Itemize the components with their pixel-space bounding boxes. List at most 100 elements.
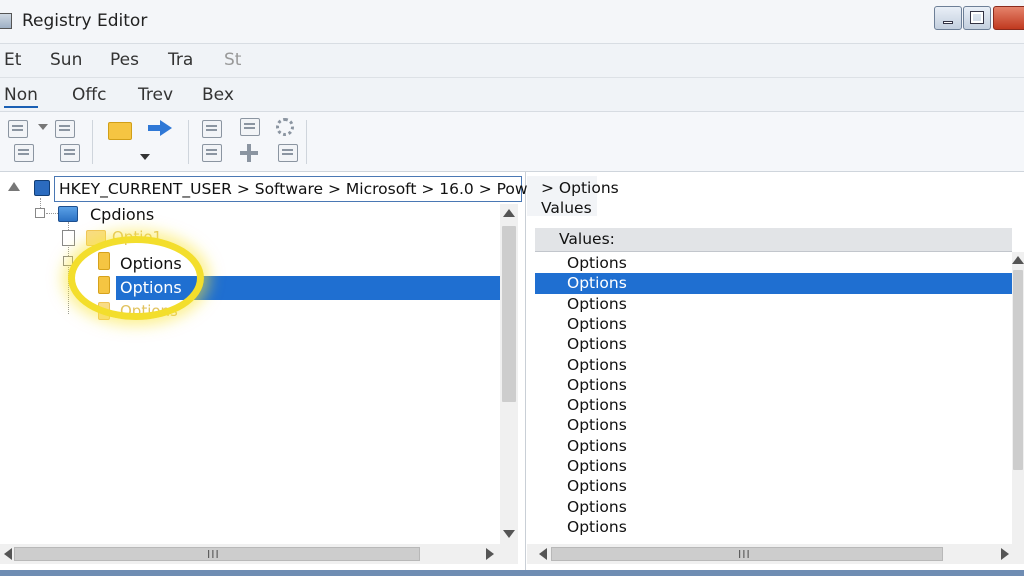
scroll-left-icon[interactable] <box>4 548 12 560</box>
value-row[interactable]: Options <box>535 273 1012 295</box>
scroll-thumb[interactable]: III <box>14 547 420 561</box>
scroll-thumb[interactable]: III <box>551 547 943 561</box>
value-name: Options <box>567 497 627 516</box>
menu-item-tra[interactable]: Tra <box>168 50 193 70</box>
tab-offc[interactable]: Offc <box>72 85 106 105</box>
folder-icon[interactable] <box>108 122 132 140</box>
tree-node-ghost-options[interactable]: Options <box>120 302 178 320</box>
tree-node-ghost[interactable]: Optio1 <box>112 228 162 246</box>
close-button[interactable] <box>993 6 1024 30</box>
collapse-toggle[interactable] <box>63 256 73 266</box>
folder-icon <box>86 230 106 246</box>
value-row[interactable]: Options <box>535 517 1012 538</box>
value-name: Options <box>567 355 627 374</box>
tree-horizontal-scrollbar[interactable]: III <box>0 544 518 564</box>
tree-vertical-scrollbar[interactable] <box>500 204 518 544</box>
enter-icon[interactable] <box>202 144 222 162</box>
menu-item-sun[interactable]: Sun <box>50 50 82 70</box>
computer-icon <box>34 180 50 196</box>
value-row[interactable]: Options <box>535 497 1012 518</box>
export-icon[interactable] <box>278 144 298 162</box>
gear-icon[interactable] <box>276 118 294 136</box>
toolbar <box>0 112 1024 172</box>
value-row[interactable]: Options <box>535 355 1012 376</box>
list-icon[interactable] <box>55 120 75 138</box>
tree-pane: HKEY_CURRENT_USER > Software > Microsoft… <box>0 172 577 576</box>
folder-icon <box>98 252 110 270</box>
scroll-left-icon[interactable] <box>539 548 547 560</box>
scroll-right-icon[interactable] <box>1001 548 1009 560</box>
address-path: HKEY_CURRENT_USER > Software > Microsoft… <box>59 180 577 198</box>
dropdown-arrow-icon[interactable] <box>38 124 48 130</box>
title-bar: Registry Editor <box>0 0 1024 44</box>
window-title: Registry Editor <box>22 11 148 31</box>
values-horizontal-scrollbar[interactable]: III <box>527 544 1024 564</box>
address-overflow: > Options Values <box>527 176 619 217</box>
value-name: Options <box>567 396 627 415</box>
folder-icon <box>98 276 110 294</box>
scroll-up-icon[interactable] <box>503 209 515 217</box>
value-row[interactable]: Options <box>535 314 1012 335</box>
values-header[interactable]: Values: <box>535 228 1012 252</box>
tree-node-options[interactable]: Options <box>120 254 182 273</box>
value-name: Options <box>567 314 627 333</box>
menu-bar: Et Sun Pes Tra St <box>0 44 1024 78</box>
registry-icon <box>58 206 78 222</box>
toolbar-separator <box>92 120 93 164</box>
value-row[interactable]: Options <box>535 253 1012 274</box>
collapse-toggle[interactable] <box>35 208 45 218</box>
value-name: Options <box>567 375 627 394</box>
value-row[interactable]: Options <box>535 476 1012 497</box>
mail-icon[interactable] <box>14 144 34 162</box>
tab-trev[interactable]: Trev <box>138 85 173 105</box>
scroll-right-icon[interactable] <box>486 548 494 560</box>
value-name: Options <box>567 517 627 536</box>
ribbon-tabs: Non Offc Trev Bex <box>0 78 1024 112</box>
tree-line <box>46 213 58 214</box>
value-row[interactable]: Options <box>535 415 1012 436</box>
toolbar-separator <box>306 120 307 164</box>
value-name: Options <box>567 416 627 435</box>
values-header-label: Values: <box>559 230 615 248</box>
tab-bex[interactable]: Bex <box>202 85 234 105</box>
minimize-icon <box>943 21 953 24</box>
tree-node-root[interactable]: Cpdions <box>90 205 154 224</box>
scroll-thumb[interactable] <box>1013 270 1023 470</box>
expand-icon[interactable] <box>8 182 20 191</box>
document-icon[interactable] <box>240 118 260 136</box>
menu-item-pes[interactable]: Pes <box>110 50 139 70</box>
copy-icon[interactable] <box>60 144 80 162</box>
arrow-right-icon[interactable] <box>148 120 172 136</box>
address-overflow-values: Values <box>541 199 592 217</box>
image-icon[interactable] <box>202 120 222 138</box>
scroll-up-icon[interactable] <box>1012 256 1024 264</box>
value-name: Options <box>567 274 627 293</box>
maximize-button[interactable] <box>963 6 991 30</box>
menu-item-st[interactable]: St <box>224 50 241 70</box>
minimize-button[interactable] <box>934 6 962 30</box>
menu-item-et[interactable]: Et <box>4 50 21 70</box>
scroll-thumb[interactable] <box>502 226 516 402</box>
value-row[interactable]: Options <box>535 395 1012 416</box>
dropdown-arrow-icon[interactable] <box>140 154 150 160</box>
move-icon[interactable] <box>240 144 258 162</box>
address-overflow-text: > Options <box>541 179 619 197</box>
tree-icon[interactable] <box>8 120 28 138</box>
values-vertical-scrollbar[interactable] <box>1012 252 1024 552</box>
value-name: Options <box>567 436 627 455</box>
window-frame <box>0 570 1024 576</box>
maximize-icon <box>970 11 984 24</box>
folder-icon <box>98 302 110 320</box>
value-row[interactable]: Options <box>535 375 1012 396</box>
address-bar[interactable]: HKEY_CURRENT_USER > Software > Microsoft… <box>54 176 577 202</box>
value-name: Options <box>567 294 627 313</box>
toolbar-separator <box>188 120 189 164</box>
tree-node-options-selected[interactable]: Options <box>120 278 182 297</box>
scroll-down-icon[interactable] <box>503 530 515 538</box>
tab-non[interactable]: Non <box>4 85 38 108</box>
value-row[interactable]: Options <box>535 456 1012 477</box>
value-row[interactable]: Options <box>535 334 1012 355</box>
document-icon <box>62 230 75 246</box>
value-row[interactable]: Options <box>535 294 1012 315</box>
value-row[interactable]: Options <box>535 436 1012 457</box>
